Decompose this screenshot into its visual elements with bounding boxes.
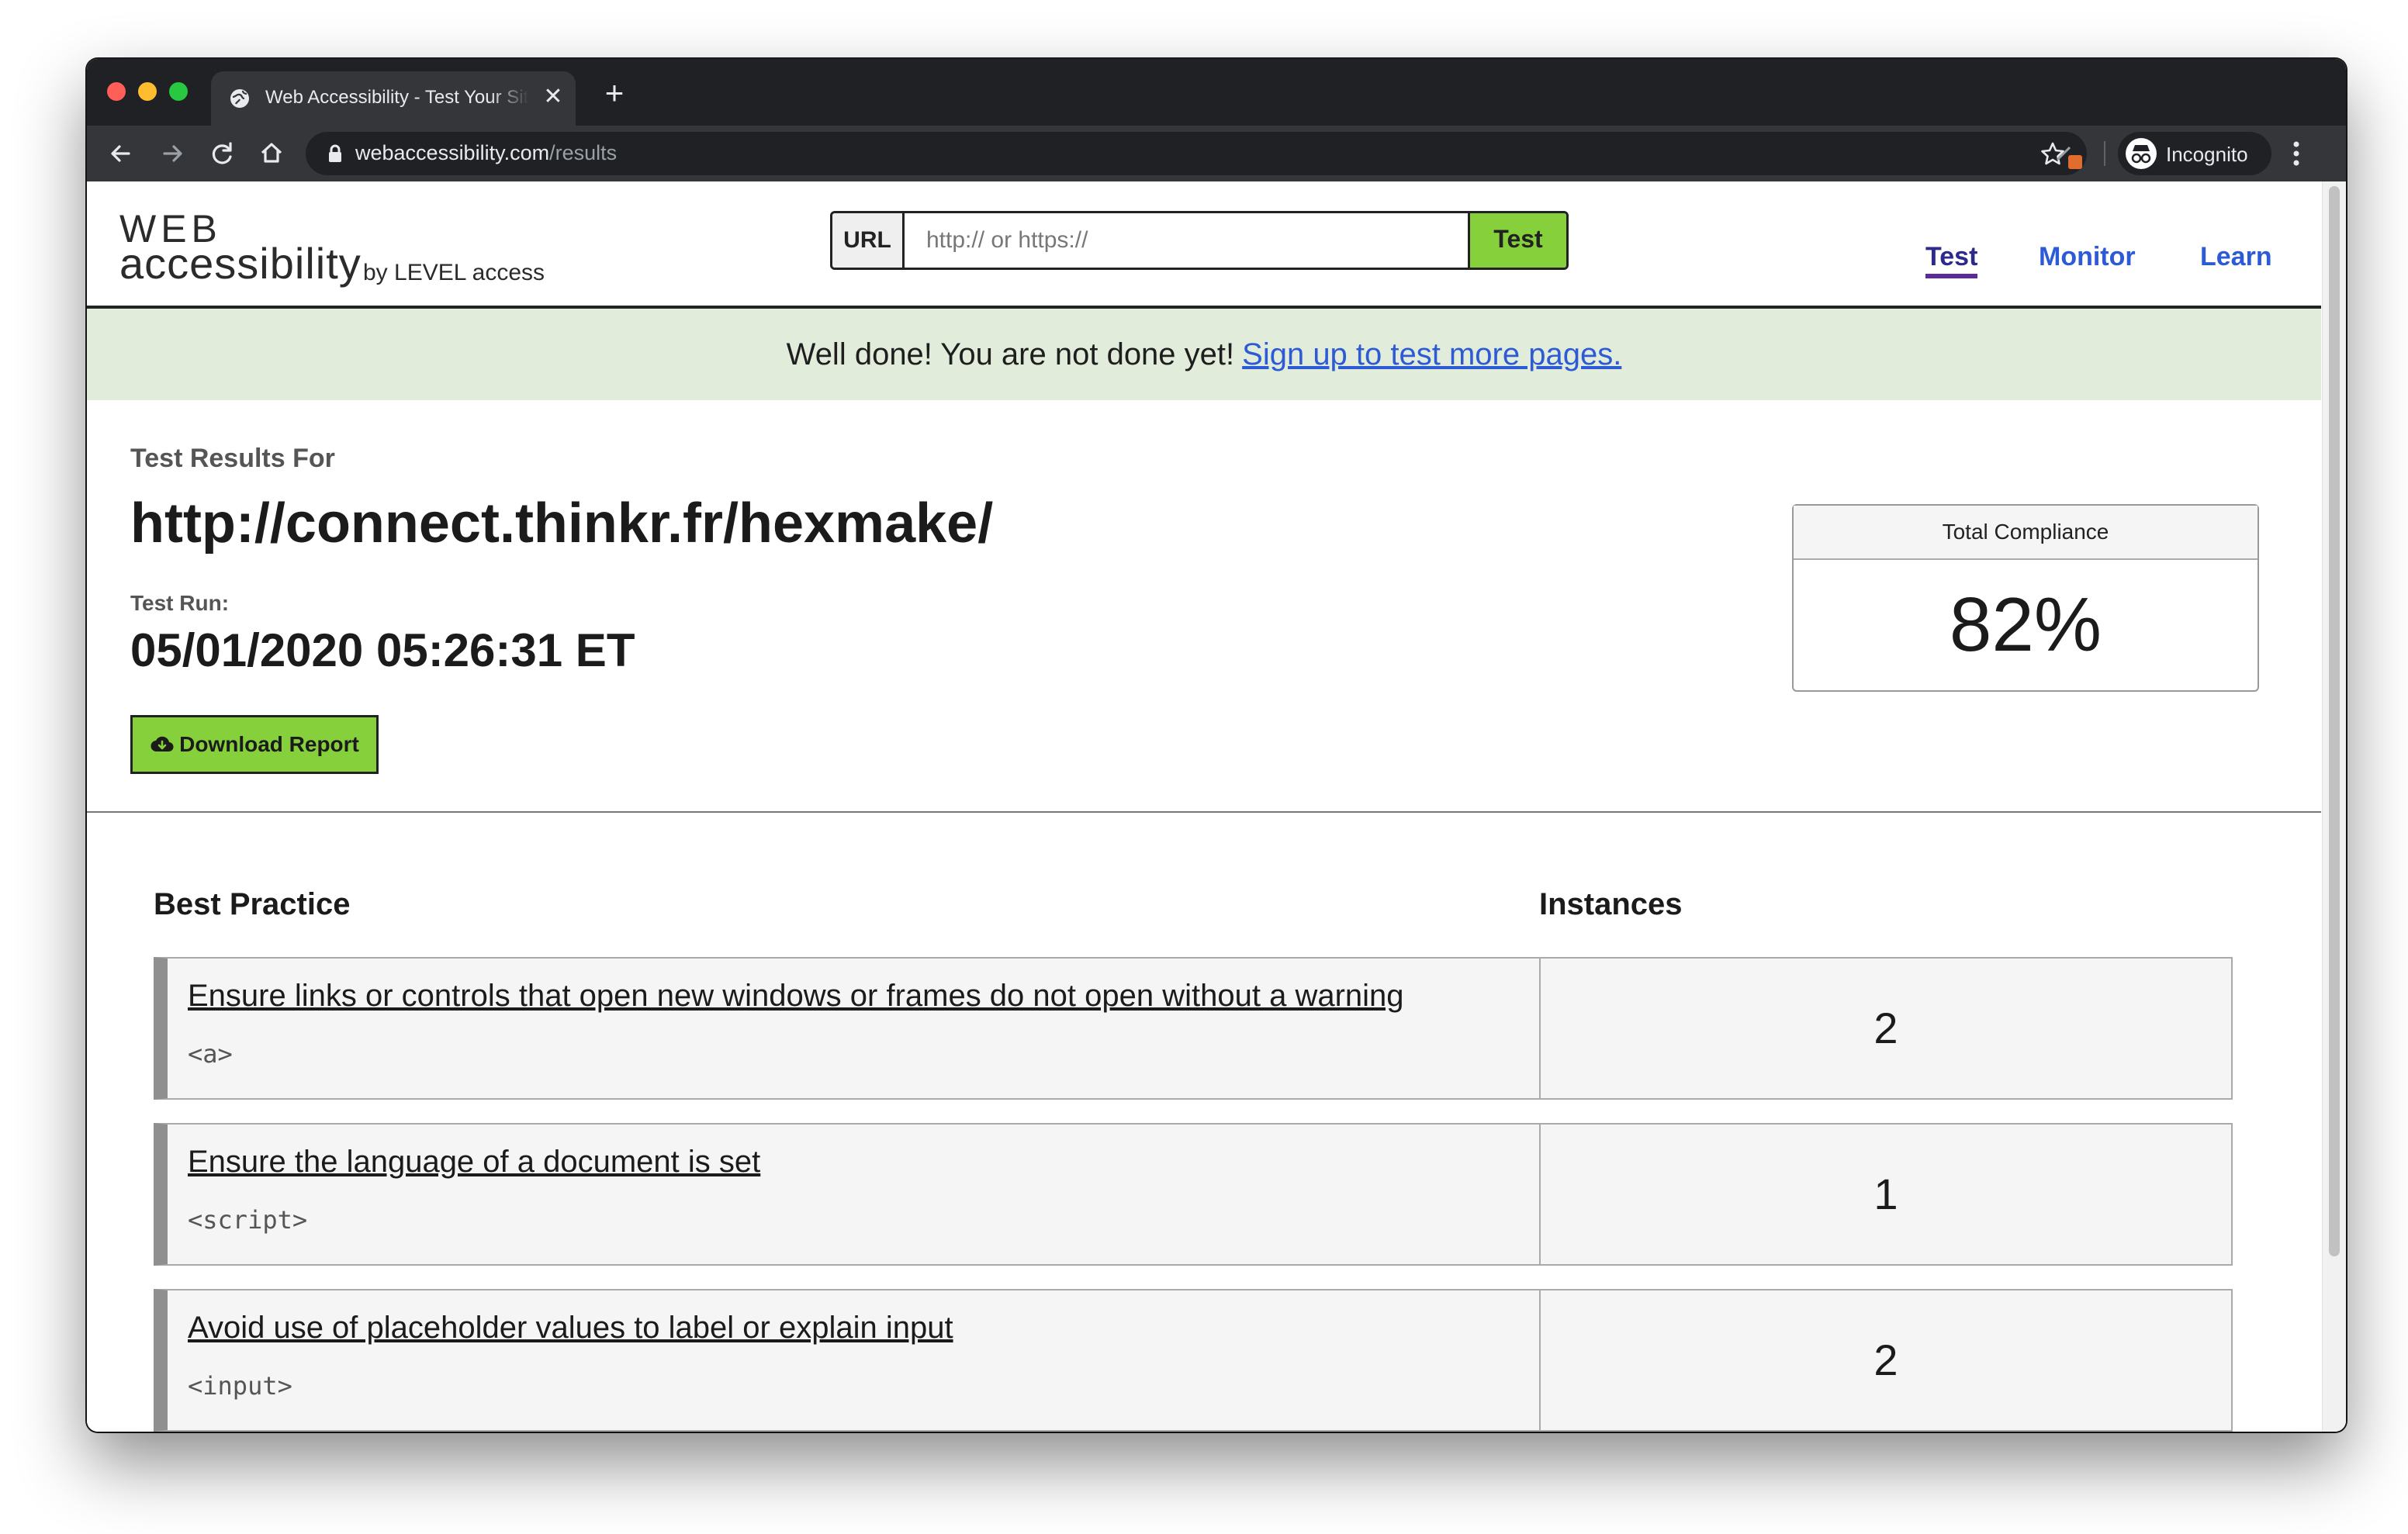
reload-icon[interactable]: [205, 136, 239, 171]
home-icon[interactable]: [254, 136, 289, 171]
nav-link-test[interactable]: Test: [1925, 242, 1978, 278]
address-path: /results: [549, 141, 618, 164]
section-divider: [87, 811, 2321, 813]
total-compliance-card: Total Compliance 82%: [1792, 504, 2259, 692]
cloud-download-icon: [150, 736, 174, 752]
signup-link[interactable]: Sign up to test more pages.: [1242, 337, 1621, 371]
incognito-label: Incognito: [2166, 143, 2248, 166]
tab-title: Web Accessibility - Test Your Site: [265, 87, 529, 108]
new-tab-button[interactable]: +: [599, 77, 630, 110]
column-header-instances: Instances: [1539, 887, 1683, 921]
results-for-label: Test Results For: [130, 444, 335, 473]
close-tab-icon[interactable]: ✕: [541, 85, 565, 109]
site-logo[interactable]: WEB accessibility by LEVEL access: [119, 209, 554, 287]
url-input[interactable]: [905, 213, 1476, 268]
extension-icon[interactable]: [2050, 135, 2087, 172]
minimize-window-button[interactable]: [138, 82, 157, 101]
nav-link-learn[interactable]: Learn: [2200, 242, 2272, 272]
test-button[interactable]: Test: [1468, 213, 1566, 268]
banner-message: Well done! You are not done yet!: [786, 337, 1235, 371]
toolbar-separator: [2104, 141, 2105, 166]
logo-accessibility-text: accessibility: [119, 239, 362, 288]
scrollbar-thumb[interactable]: [2329, 186, 2340, 1256]
column-header-best-practice: Best Practice: [154, 887, 351, 921]
forward-arrow-icon[interactable]: [155, 136, 189, 171]
best-practice-link[interactable]: Avoid use of placeholder values to label…: [188, 1311, 953, 1346]
nav-link-monitor[interactable]: Monitor: [2039, 242, 2136, 272]
more-menu-icon[interactable]: [2289, 138, 2304, 169]
table-row: Avoid use of placeholder values to label…: [154, 1289, 2233, 1432]
download-report-label: Download Report: [179, 732, 359, 756]
element-tag: <script>: [188, 1205, 308, 1235]
url-label: URL: [832, 213, 905, 268]
browser-window: Web Accessibility - Test Your Site ✕ + w…: [87, 59, 2346, 1432]
best-practice-link[interactable]: Ensure the language of a document is set: [188, 1145, 760, 1180]
table-row: Ensure links or controls that open new w…: [154, 957, 2233, 1100]
compliance-label: Total Compliance: [1794, 506, 2258, 560]
results-url: http://connect.thinkr.fr/hexmake/: [130, 492, 994, 555]
notice-banner: Well done! You are not done yet! Sign up …: [87, 309, 2321, 400]
lock-icon: [324, 143, 346, 164]
test-run-date: 05/01/2020 05:26:31 ET: [130, 624, 635, 676]
table-row: Ensure the language of a document is set…: [154, 1123, 2233, 1266]
page-viewport: WEB accessibility by LEVEL access URL Te…: [87, 181, 2346, 1432]
element-tag: <input>: [188, 1371, 292, 1401]
address-host: webaccessibility.com: [355, 141, 550, 164]
instance-count: 2: [1539, 1290, 2231, 1430]
instance-count: 1: [1539, 1125, 2231, 1264]
compliance-value: 82%: [1949, 582, 2102, 667]
page-content: WEB accessibility by LEVEL access URL Te…: [87, 181, 2321, 1432]
tab-bar: Web Accessibility - Test Your Site ✕ +: [87, 59, 2346, 126]
browser-toolbar: webaccessibility.com/results Incognito: [87, 126, 2346, 181]
globe-icon: [228, 87, 251, 110]
logo-by-level-access: by LEVEL access: [363, 260, 545, 285]
download-report-button[interactable]: Download Report: [130, 715, 379, 774]
close-window-button[interactable]: [107, 82, 126, 101]
best-practice-link[interactable]: Ensure links or controls that open new w…: [188, 979, 1404, 1014]
maximize-window-button[interactable]: [169, 82, 188, 101]
address-url: webaccessibility.com/results: [355, 141, 617, 165]
incognito-indicator[interactable]: Incognito: [2118, 132, 2271, 175]
url-test-form: URL Test: [830, 211, 1569, 270]
page-scrollbar[interactable]: [2322, 181, 2346, 1432]
site-header: WEB accessibility by LEVEL access URL Te…: [87, 181, 2321, 309]
back-arrow-icon[interactable]: [104, 136, 138, 171]
incognito-icon: [2126, 138, 2157, 169]
element-tag: <a>: [188, 1039, 233, 1069]
tab-active[interactable]: Web Accessibility - Test Your Site ✕: [211, 71, 576, 126]
test-run-label: Test Run:: [130, 591, 230, 615]
address-bar[interactable]: webaccessibility.com/results: [306, 132, 2087, 175]
instance-count: 2: [1539, 959, 2231, 1098]
